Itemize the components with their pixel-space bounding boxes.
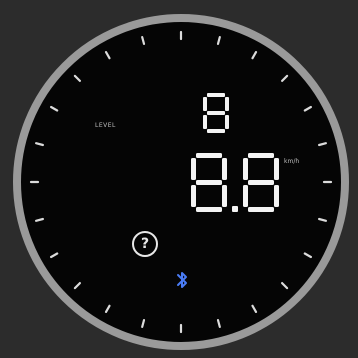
- level-value-digit: [203, 93, 229, 133]
- level-label: LEVEL: [95, 122, 116, 129]
- dial: [13, 14, 349, 350]
- bezel-ring: [13, 14, 349, 350]
- watch-face: LEVEL km/h ?: [0, 0, 358, 358]
- speed-value-digits: [191, 153, 279, 212]
- help-icon[interactable]: ?: [132, 231, 158, 257]
- bluetooth-icon[interactable]: [175, 270, 189, 290]
- unit-label: km/h: [284, 158, 300, 165]
